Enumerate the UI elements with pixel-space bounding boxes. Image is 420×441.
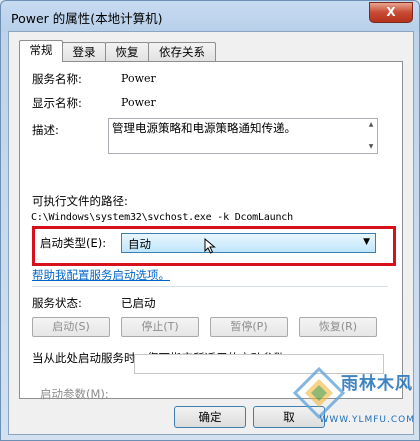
stop-button[interactable]: 停止(T) — [121, 317, 199, 337]
tab-dependencies[interactable]: 依存关系 — [148, 42, 216, 61]
service-name-value: Power — [121, 72, 156, 85]
close-button[interactable]: X — [369, 2, 413, 23]
tab-general[interactable]: 常规 — [19, 40, 63, 62]
scroll-down-icon[interactable]: ▼ — [365, 142, 377, 152]
watermark-url: WWW.YLMFU.COM — [319, 415, 415, 425]
title-bar[interactable]: Power 的属性(本地计算机) X — [1, 1, 419, 31]
service-status-label: 服务状态: — [32, 296, 82, 310]
startup-type-select[interactable]: 自动 ▼ — [121, 233, 376, 254]
display-name-label: 显示名称: — [32, 96, 82, 110]
description-text: 管理电源策略和电源策略通知传递。 — [112, 121, 296, 135]
watermark-brand: 雨林木风 — [341, 374, 413, 394]
divider — [32, 286, 388, 287]
window-title: Power 的属性(本地计算机) — [11, 11, 163, 26]
display-name-value: Power — [121, 96, 156, 109]
exe-path-label: 可执行文件的路径: — [32, 194, 128, 208]
service-name-label: 服务名称: — [32, 72, 82, 86]
properties-dialog: Power 的属性(本地计算机) X 常规 登录 恢复 依存关系 服务名称: P… — [0, 0, 420, 441]
service-status-value: 已启动 — [121, 296, 156, 310]
ok-button[interactable]: 确定 — [174, 406, 246, 428]
help-configure-link[interactable]: 帮助我配置服务启动选项。 — [32, 267, 170, 283]
scroll-up-icon[interactable]: ▲ — [365, 120, 377, 130]
chevron-down-icon[interactable]: ▼ — [363, 237, 370, 247]
description-box[interactable]: 管理电源策略和电源策略通知传递。 ▲ ▼ — [108, 118, 378, 154]
start-params-label: 启动参数(M): — [40, 387, 109, 401]
general-tab-panel: 服务名称: Power 显示名称: Power 描述: 管理电源策略和电源策略通… — [19, 61, 403, 401]
tab-logon[interactable]: 登录 — [62, 42, 106, 61]
exe-path-value: C:\Windows\system32\svchost.exe -k DcomL… — [31, 212, 293, 223]
startup-type-label: 启动类型(E): — [40, 236, 107, 250]
description-label: 描述: — [32, 123, 59, 137]
mouse-cursor-icon — [204, 238, 216, 254]
start-button[interactable]: 启动(S) — [32, 317, 110, 337]
startup-type-value: 自动 — [128, 237, 151, 251]
tab-recovery[interactable]: 恢复 — [105, 42, 149, 61]
pause-button[interactable]: 暂停(P) — [210, 317, 288, 337]
resume-button[interactable]: 恢复(R) — [299, 317, 377, 337]
